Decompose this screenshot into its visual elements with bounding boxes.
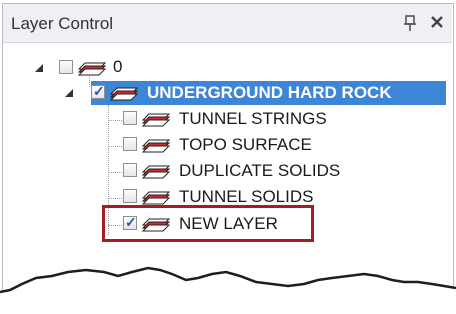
collapse-triangle-icon[interactable] bbox=[63, 86, 75, 98]
layer-checkbox[interactable] bbox=[123, 111, 137, 125]
close-icon[interactable] bbox=[427, 12, 447, 32]
panel-titlebar: Layer Control bbox=[3, 4, 452, 43]
layer-stack-icon bbox=[109, 82, 139, 102]
tree-connector bbox=[108, 198, 122, 199]
collapse-triangle-icon[interactable] bbox=[33, 61, 45, 73]
pin-icon[interactable] bbox=[401, 13, 419, 33]
tree-connector bbox=[108, 146, 122, 147]
tree-label-child[interactable]: TUNNEL SOLIDS bbox=[179, 187, 313, 207]
tree-connector bbox=[108, 120, 122, 121]
layer-stack-icon bbox=[77, 57, 107, 77]
layer-checkbox[interactable] bbox=[123, 189, 137, 203]
layer-control-panel: Layer Control 0 ✓ UNDERGROUND HARD ROCK … bbox=[0, 0, 456, 314]
layer-checkbox[interactable]: ✓ bbox=[91, 83, 105, 99]
layer-checkbox[interactable] bbox=[123, 163, 137, 177]
tree-label-group[interactable]: UNDERGROUND HARD ROCK bbox=[147, 83, 392, 103]
tree-label-child[interactable]: TUNNEL STRINGS bbox=[179, 109, 327, 129]
torn-edge bbox=[0, 266, 456, 314]
tree-label-root[interactable]: 0 bbox=[113, 57, 122, 77]
layer-stack-icon bbox=[141, 108, 171, 128]
layer-stack-icon bbox=[141, 134, 171, 154]
layer-stack-icon bbox=[141, 160, 171, 180]
layer-stack-icon bbox=[141, 186, 171, 206]
tree-label-child[interactable]: TOPO SURFACE bbox=[179, 135, 312, 155]
layer-checkbox[interactable] bbox=[59, 60, 73, 74]
panel-title: Layer Control bbox=[11, 14, 114, 33]
layer-checkbox[interactable] bbox=[123, 137, 137, 151]
tree-connector bbox=[108, 172, 122, 173]
tree-label-child[interactable]: DUPLICATE SOLIDS bbox=[179, 161, 340, 181]
